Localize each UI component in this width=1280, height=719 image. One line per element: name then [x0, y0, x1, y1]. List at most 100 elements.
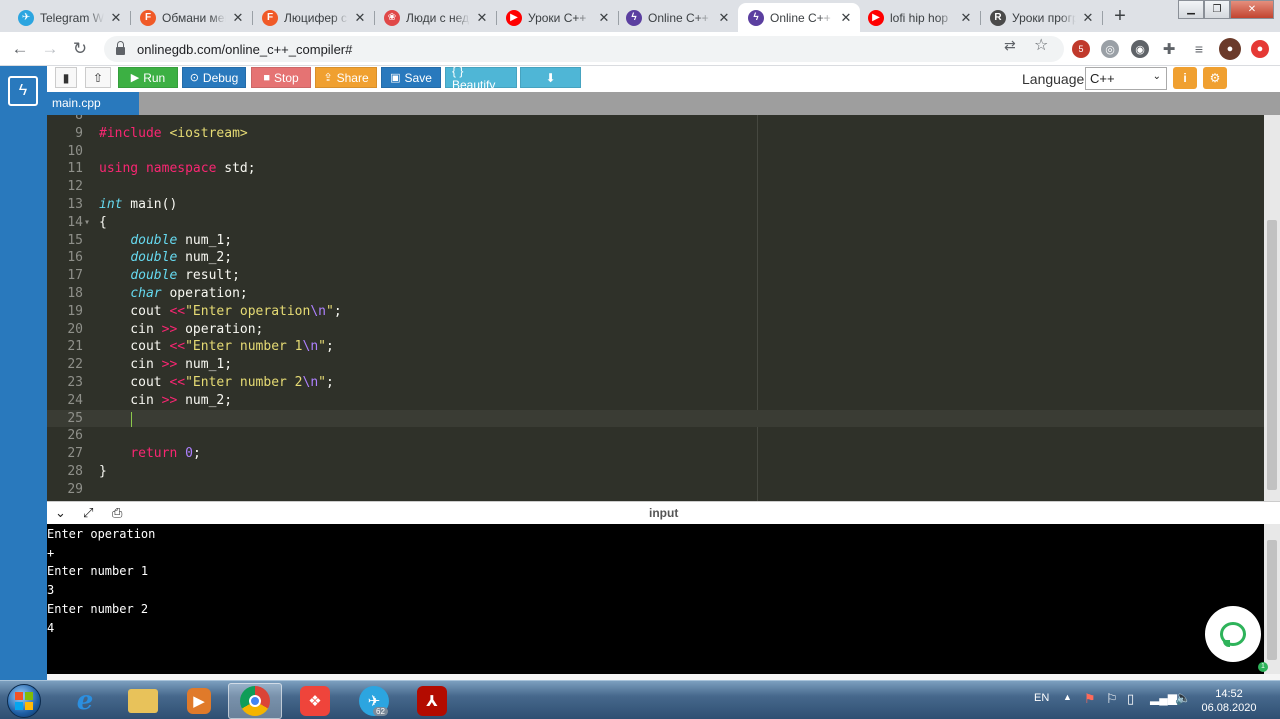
code-line[interactable]: 26: [47, 427, 1264, 445]
console-scrollbar[interactable]: [1264, 524, 1280, 674]
code-line[interactable]: 22 cin >> num_1;: [47, 356, 1264, 374]
taskbar-explorer[interactable]: [116, 683, 170, 719]
download-button[interactable]: ⬇: [520, 67, 581, 88]
browser-tab[interactable]: R Уроки программирования ✕: [980, 3, 1103, 32]
volume-icon[interactable]: 🔈: [1175, 690, 1191, 706]
code-line[interactable]: 13 int main(): [47, 196, 1264, 214]
code-line[interactable]: 15 double num_1;: [47, 232, 1264, 250]
chat-button[interactable]: [1205, 606, 1261, 662]
expand-icon[interactable]: ⤢: [83, 505, 93, 521]
start-button[interactable]: [4, 682, 44, 719]
network-signal-icon[interactable]: ▂▄▆: [1150, 691, 1177, 705]
code-line[interactable]: 20 cin >> operation;: [47, 321, 1264, 339]
system-clock[interactable]: 14:52 06.08.2020: [1196, 687, 1262, 715]
taskbar-acrobat[interactable]: ⅄: [405, 683, 459, 719]
code-line[interactable]: 23 cout <<"Enter number 2\n";: [47, 374, 1264, 392]
reload-icon[interactable]: ↻: [69, 38, 91, 60]
clear-console-icon[interactable]: ⎙: [112, 505, 122, 521]
settings-gear-icon[interactable]: ⚙: [1203, 67, 1227, 89]
close-tab-icon[interactable]: ✕: [230, 10, 246, 26]
code-line[interactable]: 29: [47, 481, 1264, 499]
reading-list-icon[interactable]: ≡: [1190, 40, 1208, 58]
minimize-button[interactable]: ▁: [1178, 0, 1204, 19]
upload-icon[interactable]: ⇧: [85, 67, 111, 88]
profile-avatar[interactable]: ●: [1219, 38, 1241, 60]
code-line[interactable]: 28}: [47, 463, 1264, 481]
taskbar-media-player[interactable]: ▶: [172, 683, 226, 719]
code-line[interactable]: 11 using namespace std;: [47, 160, 1264, 178]
code-line[interactable]: 16 double num_2;: [47, 249, 1264, 267]
code-line[interactable]: 21 cout <<"Enter number 1\n";: [47, 338, 1264, 356]
action-center-icon[interactable]: ⚑: [1084, 691, 1096, 707]
save-button[interactable]: ▣ Save: [381, 67, 441, 88]
code-line[interactable]: 12: [47, 178, 1264, 196]
browser-tab[interactable]: ▶ lofi hip hop ✕: [858, 3, 981, 32]
console-line: +: [47, 545, 55, 560]
editor-scrollbar[interactable]: [1264, 115, 1280, 501]
editor-scrollbar-thumb[interactable]: [1267, 220, 1277, 490]
code-editor[interactable]: 8 9 #include <iostream> 10 11 using namespace…: [47, 115, 1264, 501]
url-bar[interactable]: onlinegdb.com/online_c++_compiler#: [104, 36, 1064, 62]
close-tab-icon[interactable]: ✕: [108, 10, 124, 26]
code-line[interactable]: 19 cout <<"Enter operation\n";: [47, 303, 1264, 321]
eye-extension-icon[interactable]: ◉: [1131, 40, 1149, 58]
stop-button[interactable]: ■ Stop: [251, 67, 311, 88]
close-tab-icon[interactable]: ✕: [958, 10, 974, 26]
language-select[interactable]: C++ ⌄: [1085, 67, 1167, 90]
close-tab-icon[interactable]: ✕: [716, 10, 732, 26]
onlinegdb-logo-icon[interactable]: ϟ: [8, 76, 38, 106]
code-line[interactable]: 27 return 0;: [47, 445, 1264, 463]
code-line[interactable]: 18 char operation;: [47, 285, 1264, 303]
browser-tab[interactable]: F Люцифер смотреть ✕: [252, 3, 375, 32]
close-tab-icon[interactable]: ✕: [596, 10, 612, 26]
bookmark-star-icon[interactable]: ☆: [1034, 35, 1048, 55]
code-line[interactable]: 24 cin >> num_2;: [47, 392, 1264, 410]
share-button[interactable]: ⇪ Share: [315, 67, 377, 88]
close-tab-icon[interactable]: ✕: [1080, 10, 1096, 26]
close-tab-icon[interactable]: ✕: [352, 10, 368, 26]
console-scrollbar-thumb[interactable]: [1267, 540, 1277, 660]
taskbar-ie[interactable]: e: [58, 683, 112, 719]
new-tab-button[interactable]: +: [1106, 4, 1134, 28]
close-tab-icon[interactable]: ✕: [838, 10, 854, 26]
run-button[interactable]: ▶ Run: [118, 67, 178, 88]
flag-icon[interactable]: ⚐: [1106, 691, 1118, 707]
code-line[interactable]: 14 ▾ {: [47, 214, 1264, 232]
language-indicator[interactable]: EN: [1034, 692, 1049, 704]
maximize-button[interactable]: ❐: [1204, 0, 1230, 19]
fold-arrow-icon[interactable]: ▾: [84, 214, 90, 232]
browser-tab[interactable]: ϟ Online C++ ✕: [738, 3, 860, 32]
browser-tab[interactable]: F Обмани меня ✕: [130, 3, 253, 32]
code-line[interactable]: 9 #include <iostream>: [47, 125, 1264, 143]
browser-tab[interactable]: ✈ Telegram Web ✕: [8, 3, 131, 32]
back-icon[interactable]: ←: [9, 38, 31, 60]
tray-expand-icon[interactable]: ▲: [1063, 692, 1072, 702]
browser-tab[interactable]: ▶ Уроки С++ ✕: [496, 3, 619, 32]
debug-button[interactable]: ⊙ Debug: [182, 67, 246, 88]
info-icon[interactable]: i: [1173, 67, 1197, 89]
browser-tab[interactable]: ❀ Люди с недостатками ✕: [374, 3, 497, 32]
device-icon[interactable]: ▯: [1127, 691, 1134, 707]
code-line[interactable]: 17 double result;: [47, 267, 1264, 285]
code-line[interactable]: 10: [47, 143, 1264, 161]
output-console[interactable]: Enter operation + Enter number 1 3 Enter num…: [47, 524, 1264, 674]
update-menu-icon[interactable]: ●: [1251, 40, 1269, 58]
close-tab-icon[interactable]: ✕: [474, 10, 490, 26]
translate-icon[interactable]: ⇄: [1004, 37, 1016, 54]
browser-tab[interactable]: ϟ Online C++ ✕: [616, 3, 738, 32]
beautify-button[interactable]: { } Beautify: [445, 64, 517, 92]
forward-icon[interactable]: →: [39, 38, 61, 60]
code-line[interactable]: 8: [47, 115, 1264, 125]
close-window-button[interactable]: ✕: [1230, 0, 1274, 19]
new-file-icon[interactable]: ▮: [55, 67, 77, 88]
file-tab-main[interactable]: main.cpp: [47, 92, 139, 115]
code-text: cin >> num_1;: [99, 357, 233, 373]
globe-extension-icon[interactable]: ◎: [1101, 40, 1119, 58]
taskbar-chrome[interactable]: [228, 683, 282, 719]
code-line[interactable]: 25: [47, 409, 1264, 428]
taskbar-anydesk[interactable]: ❖: [288, 683, 342, 719]
collapse-chevron-icon[interactable]: ⌄: [55, 505, 66, 521]
extension-badge-icon[interactable]: 5: [1072, 40, 1090, 58]
extensions-puzzle-icon[interactable]: ✚: [1160, 40, 1178, 58]
taskbar-telegram[interactable]: ✈ 62: [347, 683, 401, 719]
